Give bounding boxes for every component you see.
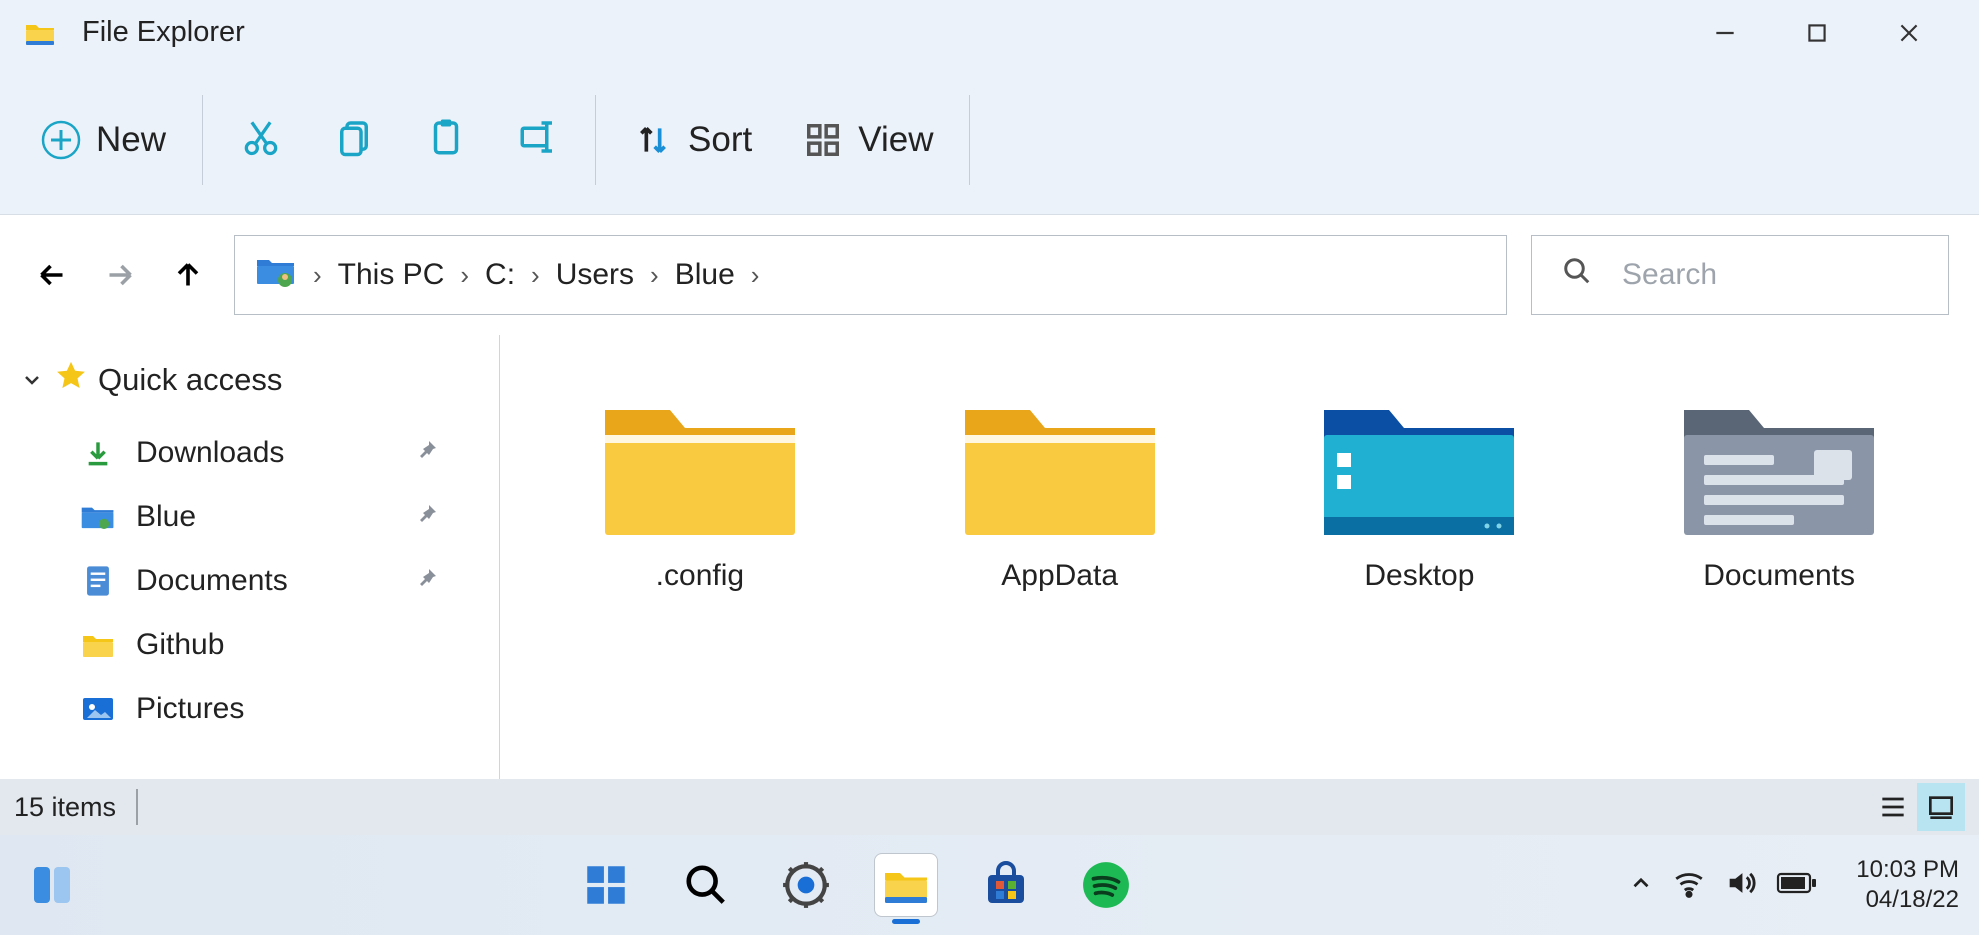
new-button[interactable]: New — [40, 119, 166, 161]
breadcrumb-item[interactable]: C: — [485, 258, 515, 292]
explorer-taskbar-button[interactable] — [874, 853, 938, 917]
maximize-button[interactable] — [1771, 0, 1863, 65]
search-icon — [1562, 256, 1592, 294]
location-icon — [255, 254, 297, 296]
paste-button[interactable] — [425, 116, 467, 163]
pin-icon — [415, 500, 439, 534]
file-item-label: Documents — [1703, 559, 1855, 593]
user-folder-icon — [80, 499, 116, 535]
sidebar-item-label: Downloads — [136, 436, 284, 470]
sort-button[interactable]: Sort — [632, 119, 752, 161]
clock-time: 10:03 PM — [1856, 855, 1959, 885]
quick-access-header[interactable]: Quick access — [20, 359, 479, 401]
sidebar-item-github[interactable]: Github — [20, 613, 479, 677]
search-button[interactable] — [674, 853, 738, 917]
breadcrumb-item[interactable]: This PC — [338, 258, 445, 292]
wifi-icon[interactable] — [1672, 866, 1706, 905]
desktop-folder-icon — [1309, 375, 1529, 545]
address-bar[interactable]: › This PC › C: › Users › Blue › — [234, 235, 1507, 315]
toolbar: New Sort View — [0, 65, 1979, 215]
breadcrumb-item[interactable]: Blue — [675, 258, 735, 292]
sort-button-label: Sort — [688, 120, 752, 160]
cut-button[interactable] — [239, 115, 283, 164]
chevron-right-icon: › — [751, 260, 760, 291]
settings-button[interactable] — [774, 853, 838, 917]
chevron-right-icon: › — [460, 260, 469, 291]
sidebar-item-label: Pictures — [136, 692, 244, 726]
file-item[interactable]: .config — [530, 365, 870, 603]
view-grid-icon — [802, 119, 844, 161]
folder-icon — [80, 627, 116, 663]
titlebar: File Explorer — [0, 0, 1979, 65]
spotify-button[interactable] — [1074, 853, 1138, 917]
toolbar-separator — [595, 95, 596, 185]
file-item[interactable]: Desktop — [1250, 365, 1590, 603]
download-icon — [80, 435, 116, 471]
breadcrumb-item[interactable]: Users — [556, 258, 634, 292]
plus-circle-icon — [40, 119, 82, 161]
chevron-right-icon: › — [650, 260, 659, 291]
close-button[interactable] — [1863, 0, 1955, 65]
status-separator — [136, 789, 138, 825]
battery-icon[interactable] — [1776, 870, 1818, 901]
details-view-toggle[interactable] — [1869, 783, 1917, 831]
file-item[interactable]: Documents — [1609, 365, 1949, 603]
nav-row: › This PC › C: › Users › Blue › — [0, 215, 1979, 335]
sidebar-item-label: Blue — [136, 500, 196, 534]
file-item-label: AppData — [1001, 559, 1118, 593]
toolbar-separator — [969, 95, 970, 185]
documents-folder-icon — [1669, 375, 1889, 545]
rename-button[interactable] — [517, 116, 559, 163]
star-icon — [54, 359, 88, 401]
item-count: 15 items — [14, 792, 116, 823]
toolbar-separator — [202, 95, 203, 185]
new-button-label: New — [96, 120, 166, 160]
store-button[interactable] — [974, 853, 1038, 917]
explorer-app-icon — [24, 19, 56, 47]
pin-icon — [415, 436, 439, 470]
icons-view-toggle[interactable] — [1917, 783, 1965, 831]
nav-up-button[interactable] — [166, 253, 210, 297]
file-item-label: Desktop — [1364, 559, 1474, 593]
sort-icon — [632, 119, 674, 161]
chevron-right-icon: › — [531, 260, 540, 291]
view-button-label: View — [858, 120, 933, 160]
minimize-button[interactable] — [1679, 0, 1771, 65]
sidebar-item-label: Documents — [136, 564, 288, 598]
sidebar-item-downloads[interactable]: Downloads — [20, 421, 479, 485]
folder-icon — [590, 375, 810, 545]
tray-chevron-icon[interactable] — [1628, 870, 1654, 901]
search-box[interactable] — [1531, 235, 1949, 315]
file-pane[interactable]: .config AppData — [500, 335, 1979, 779]
chevron-right-icon: › — [313, 260, 322, 291]
search-input[interactable] — [1622, 258, 1979, 292]
status-bar: 15 items — [0, 779, 1979, 835]
taskbar: 10:03 PM 04/18/22 — [0, 835, 1979, 935]
window-title: File Explorer — [82, 16, 245, 49]
file-item-label: .config — [656, 559, 744, 593]
volume-icon[interactable] — [1724, 866, 1758, 905]
system-tray[interactable] — [1628, 866, 1818, 905]
copy-button[interactable] — [333, 116, 375, 163]
taskbar-clock[interactable]: 10:03 PM 04/18/22 — [1856, 855, 1959, 915]
nav-forward-button[interactable] — [98, 253, 142, 297]
clock-date: 04/18/22 — [1856, 885, 1959, 915]
sidebar-item-documents[interactable]: Documents — [20, 549, 479, 613]
file-item[interactable]: AppData — [890, 365, 1230, 603]
sidebar: Quick access Downloads Blue — [0, 335, 500, 779]
pictures-icon — [80, 691, 116, 727]
view-button[interactable]: View — [802, 119, 933, 161]
folder-icon — [950, 375, 1170, 545]
chevron-down-icon — [20, 368, 44, 392]
widgets-button[interactable] — [20, 853, 84, 917]
sidebar-item-label: Github — [136, 628, 224, 662]
sidebar-item-blue[interactable]: Blue — [20, 485, 479, 549]
nav-back-button[interactable] — [30, 253, 74, 297]
quick-access-label: Quick access — [98, 362, 282, 398]
start-button[interactable] — [574, 853, 638, 917]
documents-icon — [80, 563, 116, 599]
pin-icon — [415, 564, 439, 598]
sidebar-item-pictures[interactable]: Pictures — [20, 677, 479, 741]
